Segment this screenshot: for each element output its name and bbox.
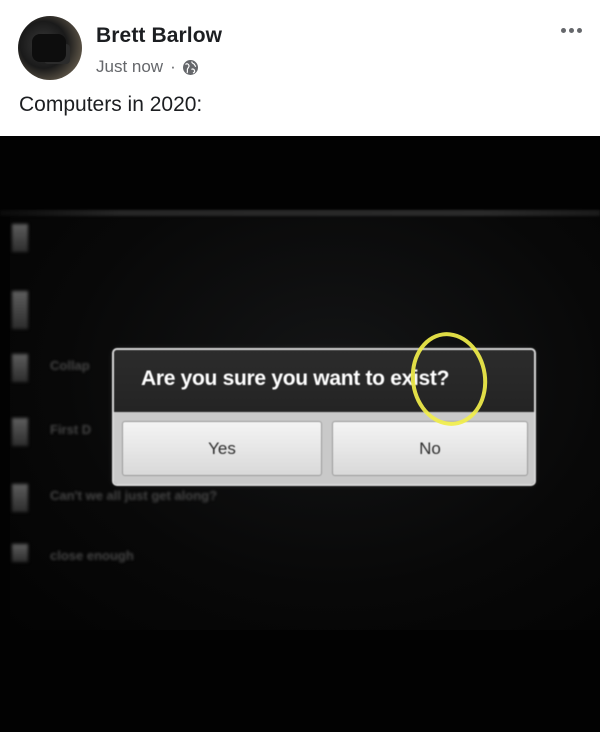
post-text: Computers in 2020: (19, 93, 203, 116)
list-item (12, 291, 412, 331)
screen-status-line (0, 210, 600, 216)
list-item-title: First D (50, 422, 92, 437)
list-item-thumbnail (12, 291, 28, 329)
author-name[interactable]: Brett Barlow (96, 24, 222, 48)
list-item-thumbnail (12, 354, 28, 382)
list-item-thumbnail (12, 484, 28, 512)
dialog-title: Are you sure you want to exist? (141, 367, 450, 390)
avatar[interactable] (18, 16, 82, 80)
list-item-title: close enough (50, 548, 134, 563)
yes-button[interactable]: Yes (122, 421, 322, 476)
list-item (12, 224, 412, 264)
list-item: Can't we all just get along? (12, 484, 412, 524)
meta-separator: · (170, 57, 176, 76)
list-item-title: Can't we all just get along? (50, 488, 218, 503)
more-options-button[interactable] (556, 20, 586, 40)
list-item-thumbnail (12, 418, 28, 446)
post-timestamp[interactable]: Just now (96, 57, 163, 77)
no-button[interactable]: No (332, 421, 528, 476)
list-item: close enough (12, 544, 412, 584)
list-item-title: Collap (50, 358, 90, 373)
post-meta: Just now · (96, 57, 199, 77)
globe-icon[interactable] (182, 59, 199, 76)
more-options-icon (560, 27, 566, 33)
list-item-thumbnail (12, 224, 28, 252)
post-header: Brett Barlow Just now · Computers in 202… (0, 0, 600, 136)
post-photo[interactable]: Collap First D Can't we all just get alo… (0, 136, 600, 732)
list-item-thumbnail (12, 544, 28, 562)
dialog-button-row: Yes No (114, 412, 534, 484)
